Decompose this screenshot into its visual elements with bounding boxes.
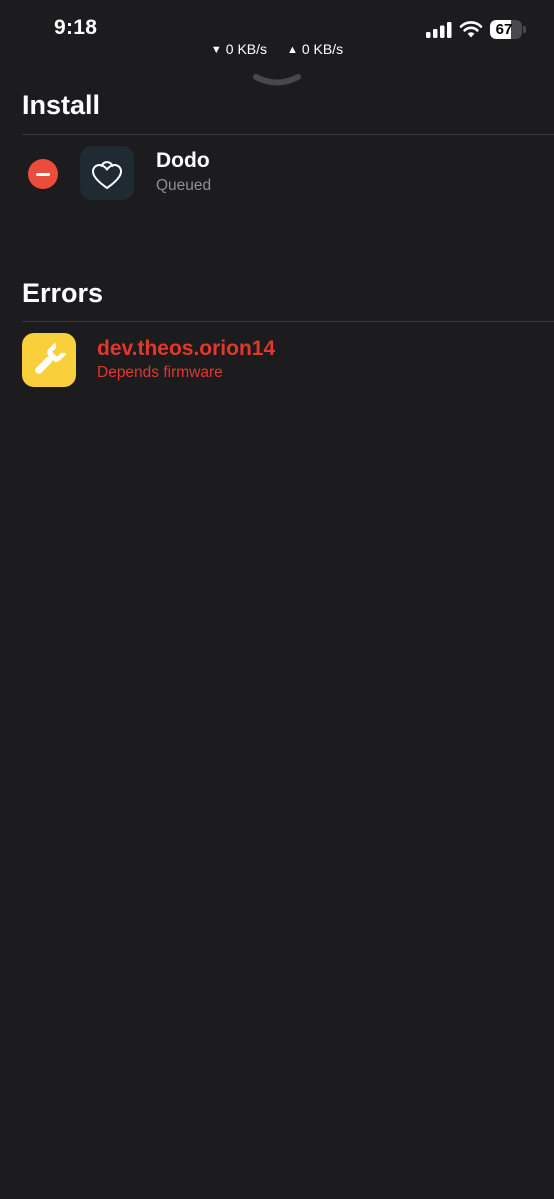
battery-icon: 67: [490, 20, 526, 39]
error-item-message: Depends firmware: [97, 364, 223, 381]
upload-speed-value: 0 KB/s: [301, 41, 344, 57]
wifi-icon: [459, 21, 483, 38]
install-item-status: Queued: [156, 177, 212, 194]
battery-level: 67: [495, 21, 513, 38]
battery-body: 67: [490, 20, 522, 39]
upload-speed: ▲ 0 KB/s: [287, 41, 343, 57]
remove-icon[interactable]: [28, 159, 58, 189]
install-section-title: Install: [22, 90, 101, 120]
download-arrow-icon: ▼: [210, 44, 222, 56]
status-bar: 9:18 ▼ 0 KB/s ▲ 0 KB/s 67: [0, 0, 554, 70]
network-speed: ▼ 0 KB/s ▲ 0 KB/s: [0, 41, 554, 57]
battery-cap: [523, 26, 526, 33]
install-item-name: Dodo: [156, 149, 210, 172]
remove-bar: [36, 172, 50, 176]
wrench-icon: [22, 333, 76, 387]
chevron-down-icon[interactable]: [252, 72, 302, 88]
download-speed: ▼ 0 KB/s: [211, 41, 267, 57]
status-time: 9:18: [54, 16, 98, 39]
error-list-item[interactable]: dev.theos.orion14 Depends firmware: [0, 333, 554, 397]
errors-section-title: Errors: [22, 278, 104, 308]
errors-divider: [22, 321, 554, 322]
install-list-item[interactable]: Dodo Queued: [0, 145, 554, 209]
error-item-name: dev.theos.orion14: [97, 337, 276, 360]
install-divider: [22, 134, 554, 135]
download-speed-value: 0 KB/s: [225, 41, 268, 57]
upload-arrow-icon: ▲: [286, 44, 298, 56]
signal-icon: [426, 22, 452, 38]
heart-lock-icon: [80, 146, 134, 200]
